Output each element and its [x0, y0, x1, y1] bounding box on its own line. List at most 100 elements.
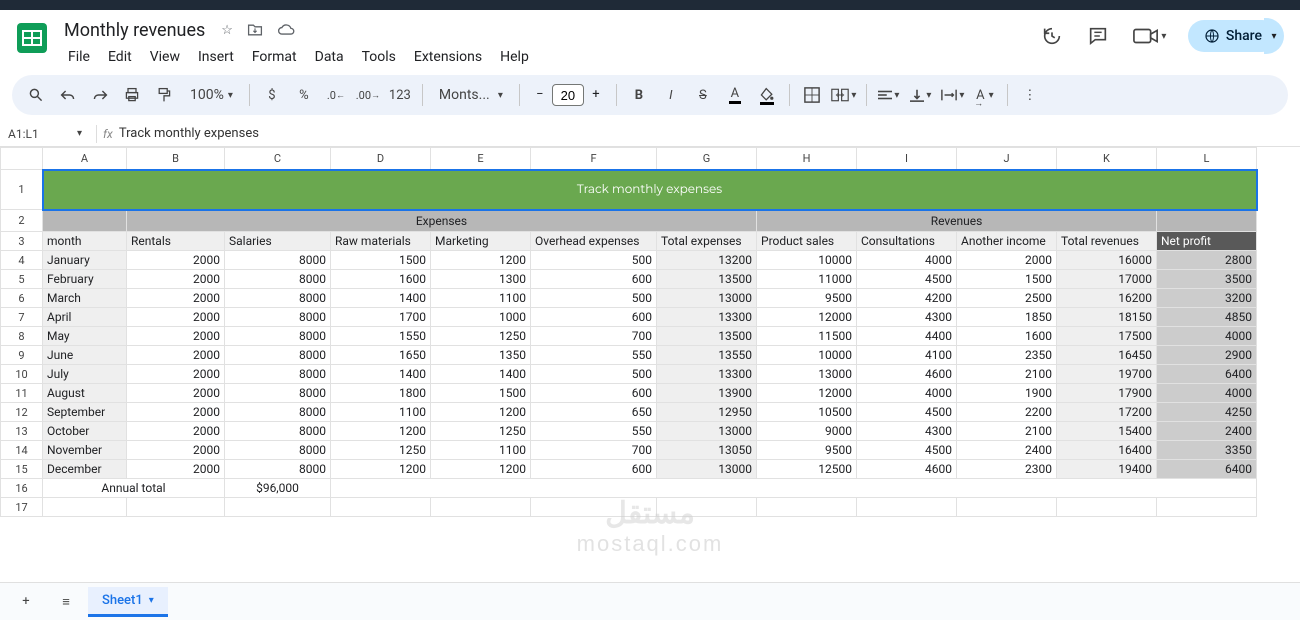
data-cell[interactable]: 1350 [431, 346, 531, 365]
row-header-4[interactable]: 4 [1, 251, 43, 270]
data-cell[interactable]: 1700 [331, 308, 431, 327]
data-cell[interactable]: 1800 [331, 384, 431, 403]
field-header[interactable]: Overhead expenses [531, 232, 657, 251]
data-cell[interactable]: 8000 [225, 251, 331, 270]
menu-data[interactable]: Data [307, 45, 352, 69]
data-cell[interactable]: February [43, 270, 127, 289]
data-cell[interactable]: 9500 [757, 441, 857, 460]
data-cell[interactable]: 4600 [857, 365, 957, 384]
data-cell[interactable]: 500 [531, 251, 657, 270]
data-cell[interactable]: 12500 [757, 460, 857, 479]
data-cell[interactable]: 4000 [857, 384, 957, 403]
data-cell[interactable]: 4000 [1157, 384, 1257, 403]
history-icon[interactable] [1038, 22, 1066, 50]
data-cell[interactable]: 500 [531, 365, 657, 384]
data-cell[interactable]: 1100 [331, 403, 431, 422]
menu-view[interactable]: View [142, 45, 188, 69]
sheets-app-icon[interactable] [12, 18, 52, 58]
field-header[interactable]: Total expenses [657, 232, 757, 251]
strikethrough-icon[interactable]: S [689, 81, 717, 109]
data-cell[interactable]: 2000 [127, 346, 225, 365]
data-cell[interactable]: 1850 [957, 308, 1057, 327]
data-cell[interactable]: 9000 [757, 422, 857, 441]
data-cell[interactable]: 4250 [1157, 403, 1257, 422]
data-cell[interactable]: 10000 [757, 251, 857, 270]
empty-cell[interactable] [857, 498, 957, 517]
data-cell[interactable]: 8000 [225, 346, 331, 365]
col-header-E[interactable]: E [431, 148, 531, 170]
data-cell[interactable]: 2000 [127, 441, 225, 460]
data-cell[interactable]: 3200 [1157, 289, 1257, 308]
data-cell[interactable]: 4300 [857, 422, 957, 441]
empty-cell[interactable] [127, 498, 225, 517]
data-cell[interactable]: 1500 [331, 251, 431, 270]
section-blank[interactable] [43, 210, 127, 232]
row-header-2[interactable]: 2 [1, 210, 43, 232]
field-header[interactable]: Marketing [431, 232, 531, 251]
data-cell[interactable]: 1200 [431, 460, 531, 479]
data-cell[interactable]: March [43, 289, 127, 308]
field-header[interactable]: month [43, 232, 127, 251]
row-header-11[interactable]: 11 [1, 384, 43, 403]
menu-format[interactable]: Format [244, 45, 305, 69]
data-cell[interactable]: 16450 [1057, 346, 1157, 365]
data-cell[interactable]: 19400 [1057, 460, 1157, 479]
font-size-input[interactable] [552, 84, 584, 106]
text-rotation-icon[interactable]: A→▾ [971, 81, 999, 109]
data-cell[interactable]: 13900 [657, 384, 757, 403]
data-cell[interactable]: 4500 [857, 403, 957, 422]
data-cell[interactable]: 17000 [1057, 270, 1157, 289]
zoom-select[interactable]: 100% ▾ [182, 87, 241, 103]
section-net[interactable] [1157, 210, 1257, 232]
decrease-decimal-icon[interactable]: .0← [322, 81, 350, 109]
data-cell[interactable]: 6400 [1157, 460, 1257, 479]
empty-cell[interactable] [225, 498, 331, 517]
field-header[interactable]: Consultations [857, 232, 957, 251]
data-cell[interactable]: 4000 [857, 251, 957, 270]
data-cell[interactable]: 1500 [431, 384, 531, 403]
add-sheet-button[interactable]: + [8, 587, 44, 617]
data-cell[interactable]: 2000 [127, 365, 225, 384]
document-title[interactable]: Monthly revenues [60, 18, 209, 43]
sheet-tab-active[interactable]: Sheet1 ▾ [88, 587, 168, 617]
field-header[interactable]: Total revenues [1057, 232, 1157, 251]
data-cell[interactable]: 650 [531, 403, 657, 422]
data-cell[interactable]: 550 [531, 346, 657, 365]
data-cell[interactable]: 1500 [957, 270, 1057, 289]
data-cell[interactable]: 8000 [225, 289, 331, 308]
row-header-12[interactable]: 12 [1, 403, 43, 422]
row-header-7[interactable]: 7 [1, 308, 43, 327]
empty-cell[interactable] [1157, 498, 1257, 517]
data-cell[interactable]: 1250 [331, 441, 431, 460]
data-cell[interactable]: 16000 [1057, 251, 1157, 270]
data-cell[interactable]: 11500 [757, 327, 857, 346]
data-cell[interactable]: 1250 [431, 327, 531, 346]
row-header-15[interactable]: 15 [1, 460, 43, 479]
share-dropdown[interactable]: ▾ [1264, 18, 1284, 54]
col-header-I[interactable]: I [857, 148, 957, 170]
col-header-L[interactable]: L [1157, 148, 1257, 170]
data-cell[interactable]: 13050 [657, 441, 757, 460]
fill-color-icon[interactable] [753, 81, 781, 109]
data-cell[interactable]: 11000 [757, 270, 857, 289]
data-cell[interactable]: 500 [531, 289, 657, 308]
bold-icon[interactable]: B [625, 81, 653, 109]
data-cell[interactable]: 15400 [1057, 422, 1157, 441]
data-cell[interactable]: 8000 [225, 308, 331, 327]
data-cell[interactable]: 6400 [1157, 365, 1257, 384]
font-size-decrease[interactable]: − [528, 83, 552, 107]
data-cell[interactable]: 18150 [1057, 308, 1157, 327]
data-cell[interactable]: June [43, 346, 127, 365]
section-revenues[interactable]: Revenues [757, 210, 1157, 232]
data-cell[interactable]: 1600 [957, 327, 1057, 346]
data-cell[interactable]: 2000 [127, 384, 225, 403]
empty-cell[interactable] [531, 498, 657, 517]
search-menus-icon[interactable] [22, 81, 50, 109]
field-header[interactable]: Rentals [127, 232, 225, 251]
data-cell[interactable]: 600 [531, 270, 657, 289]
data-cell[interactable]: 13200 [657, 251, 757, 270]
data-cell[interactable]: 12950 [657, 403, 757, 422]
data-cell[interactable]: 8000 [225, 441, 331, 460]
data-cell[interactable]: December [43, 460, 127, 479]
data-cell[interactable]: 17500 [1057, 327, 1157, 346]
